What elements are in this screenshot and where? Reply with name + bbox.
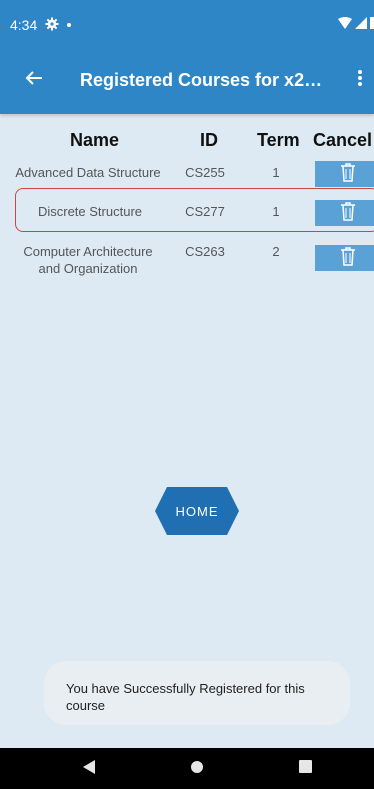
- square-recents-icon: [298, 760, 312, 778]
- toast-text: You have Successfully Registered for thi…: [66, 681, 305, 713]
- overflow-menu-button[interactable]: [348, 66, 372, 94]
- status-time: 4:34: [10, 17, 38, 33]
- course-name-line2: and Organization: [38, 261, 138, 276]
- cancel-course-button[interactable]: [315, 245, 374, 271]
- course-name: Advanced Data Structure: [15, 165, 161, 180]
- course-name: Discrete Structure: [37, 204, 143, 219]
- course-id: CS263: [185, 244, 225, 259]
- toast-message: You have Successfully Registered for thi…: [44, 661, 350, 725]
- nav-home-button[interactable]: [188, 760, 206, 778]
- header-cancel: Cancel: [313, 130, 373, 150]
- course-name: Computer Architecture: [23, 244, 153, 259]
- notification-dot-icon: [67, 23, 72, 27]
- course-id: CS255: [185, 165, 225, 180]
- course-id: CS277: [185, 204, 225, 219]
- cancel-course-button[interactable]: [315, 200, 374, 226]
- header-id: ID: [200, 130, 218, 150]
- back-button[interactable]: [20, 66, 48, 94]
- circle-home-icon: [190, 760, 204, 779]
- battery-icon: [370, 16, 374, 34]
- status-bar: 4:34: [0, 0, 374, 50]
- home-button-label: HOME: [175, 503, 219, 519]
- system-nav-bar: [0, 748, 374, 789]
- course-term: 1: [272, 165, 280, 180]
- header-name: Name: [70, 130, 120, 150]
- nav-recents-button[interactable]: [296, 760, 314, 778]
- course-term: 1: [272, 204, 280, 219]
- gear-icon: [45, 17, 59, 34]
- more-vert-icon: [358, 69, 362, 91]
- home-button[interactable]: HOME: [155, 487, 239, 535]
- app-bar: Registered Courses for x20...: [0, 50, 374, 114]
- signal-icon: [355, 16, 367, 34]
- cancel-course-button[interactable]: [315, 161, 374, 187]
- page-title: Registered Courses for x20...: [80, 70, 328, 90]
- trash-icon: [340, 201, 356, 226]
- course-term: 2: [272, 244, 280, 259]
- header-term: Term: [257, 130, 300, 150]
- trash-icon: [340, 246, 356, 271]
- arrow-left-icon: [25, 70, 43, 91]
- nav-back-button[interactable]: [80, 759, 98, 779]
- wifi-icon: [338, 16, 352, 34]
- triangle-back-icon: [83, 759, 95, 779]
- trash-icon: [340, 162, 356, 187]
